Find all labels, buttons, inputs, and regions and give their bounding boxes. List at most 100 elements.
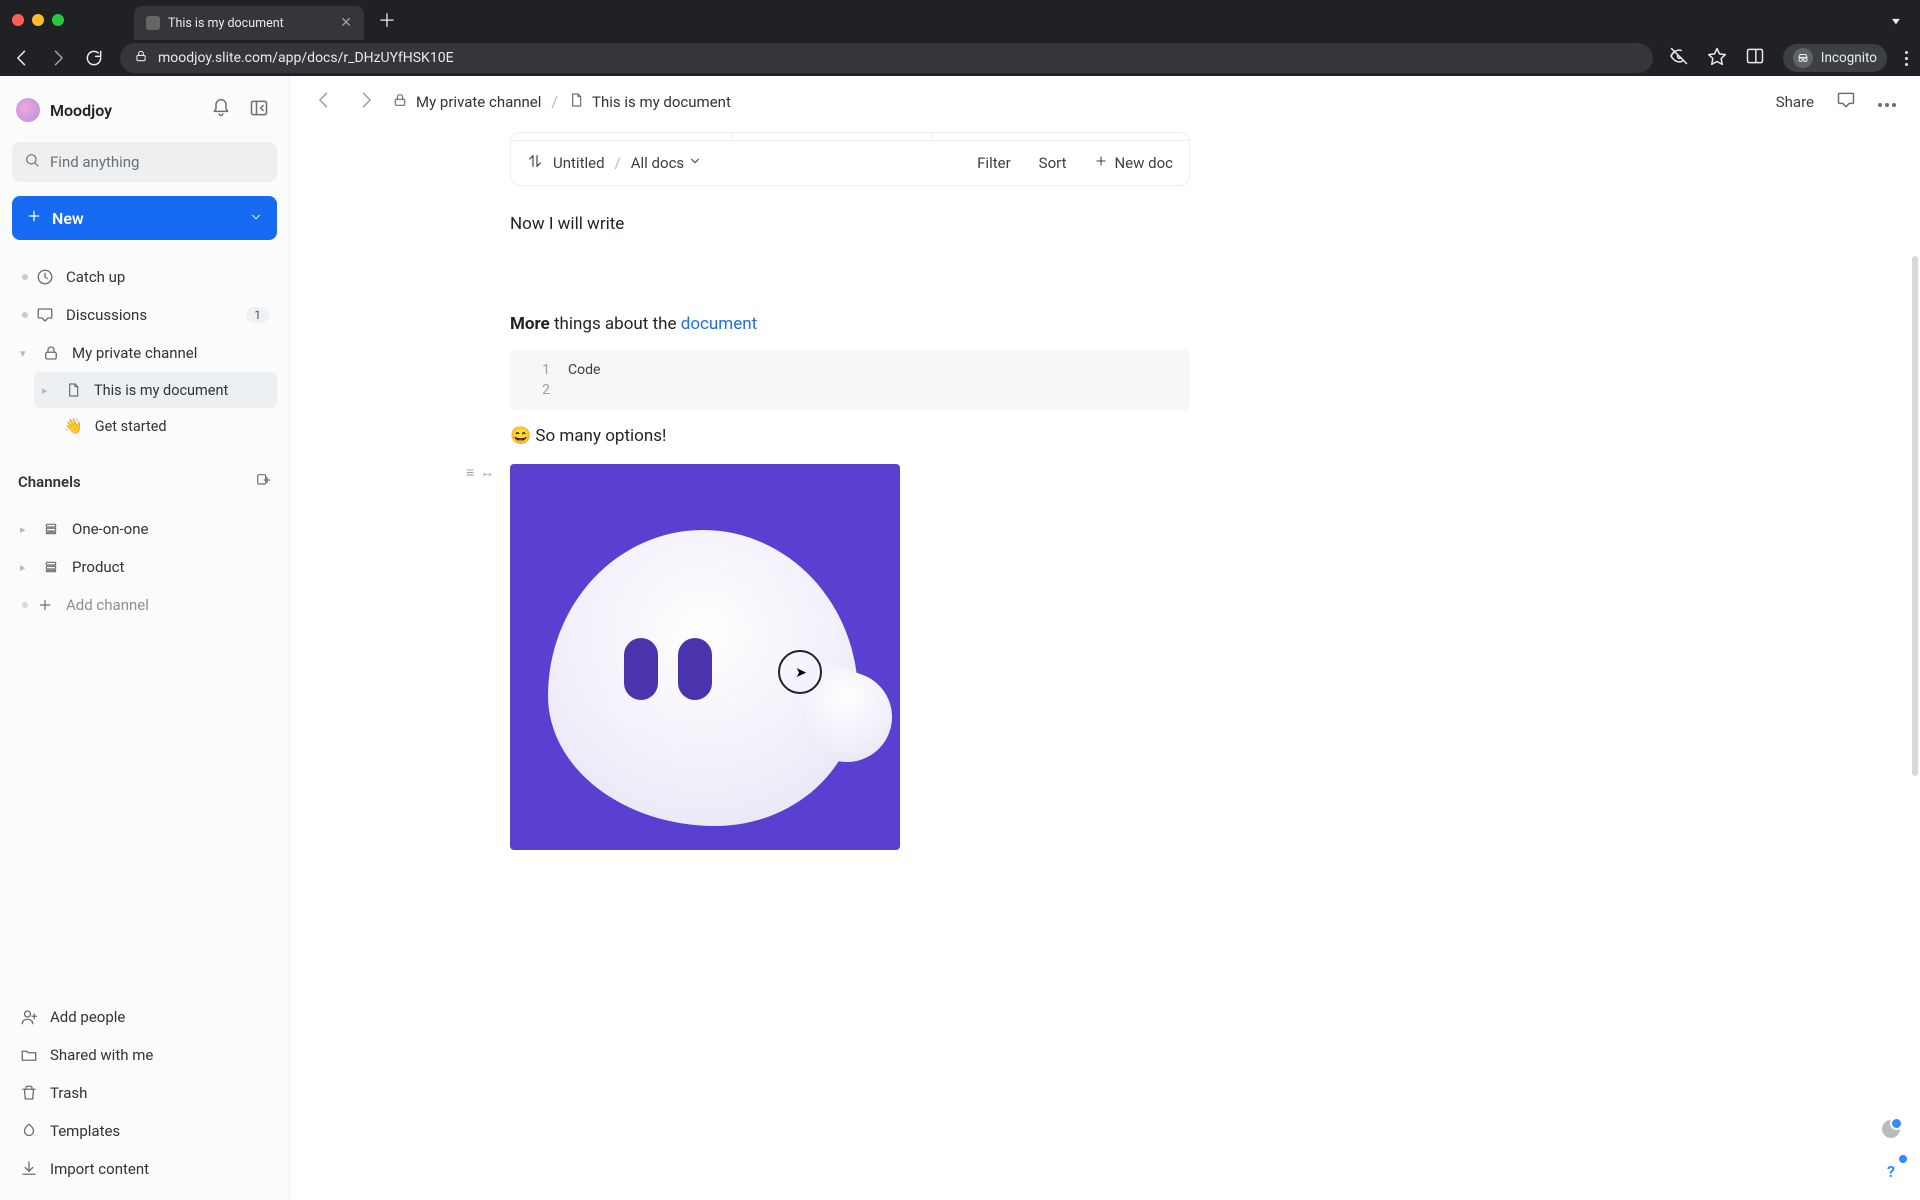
paragraph[interactable]: More things about the document [510,314,1190,334]
footer-templates[interactable]: Templates [12,1112,277,1150]
url-field[interactable]: moodjoy.slite.com/app/docs/r_DHzUYfHSK10… [120,43,1653,73]
channel-label: One-on-one [72,520,148,538]
image[interactable]: ➤ [510,464,900,850]
collapse-sidebar-icon[interactable] [245,94,273,126]
doc-list-alldocs: All docs [631,154,684,172]
filter-button[interactable]: Filter [977,154,1011,172]
help-button[interactable]: ? [1880,1160,1902,1182]
lock-icon [42,344,60,362]
new-tab-button[interactable]: ＋ [378,7,396,33]
image-block[interactable]: ≡ ↔ ➤ [510,464,1190,850]
plus-icon [36,597,54,613]
share-button[interactable]: Share [1776,93,1814,111]
sort-button[interactable]: Sort [1039,154,1067,172]
chat-icon [36,306,54,324]
sidebar-item-label: My private channel [72,344,197,362]
sidebar: Moodjoy Find anything New Catch up Discu [0,76,290,1200]
add-channel[interactable]: Add channel [12,586,277,624]
scrollbar[interactable] [1912,256,1918,776]
presence-avatar-icon[interactable] [1882,1120,1900,1138]
channel-label: Product [72,558,124,576]
browser-tab[interactable]: This is my document ✕ [134,6,364,40]
new-button-label: New [52,209,84,228]
workspace-switcher[interactable]: Moodjoy [12,88,277,132]
search-input[interactable]: Find anything [12,142,277,182]
app: Moodjoy Find anything New Catch up Discu [0,76,1920,1200]
document[interactable]: Untitled / All docs Filter Sort New doc … [510,128,1190,850]
link-text[interactable]: document [681,314,757,334]
sort-icon [527,153,543,173]
new-doc-label: New doc [1114,154,1173,172]
chevron-right-icon[interactable]: ▸ [42,384,52,397]
chevron-right-icon[interactable]: ▸ [20,523,30,536]
workspace-name: Moodjoy [50,101,197,120]
block-handles[interactable]: ≡ ↔ [466,464,494,481]
close-window-icon[interactable] [12,14,24,26]
doc-list-filter-dropdown[interactable]: All docs [631,154,702,172]
address-bar: moodjoy.slite.com/app/docs/r_DHzUYfHSK10… [0,40,1920,76]
sidebar-item-catch-up[interactable]: Catch up [12,258,277,296]
footer-shared[interactable]: Shared with me [12,1036,277,1074]
sidebar-item-discussions[interactable]: Discussions 1 [12,296,277,334]
plus-icon [26,208,42,228]
document-icon [64,382,82,398]
star-icon[interactable] [1707,46,1727,70]
eye-off-icon[interactable] [1669,46,1689,70]
sidebar-item-label: Catch up [66,268,125,286]
topbar: My private channel / This is my document… [290,76,1920,128]
chevron-down-icon[interactable] [249,209,263,228]
browser-menu-icon[interactable] [1905,51,1908,66]
chevron-down-icon[interactable]: ▾ [20,347,30,360]
footer-label: Templates [50,1122,120,1140]
forward-button[interactable] [48,48,68,68]
trash-icon [20,1084,38,1102]
footer-label: Trash [50,1084,87,1102]
drag-handle-icon[interactable]: ≡ [466,464,474,481]
channel-one-on-one[interactable]: ▸ One-on-one [12,510,277,548]
history-forward-button[interactable] [350,86,382,118]
bell-icon[interactable] [207,94,235,126]
clock-icon [36,268,54,286]
history-back-button[interactable] [308,86,340,118]
comment-icon[interactable] [1830,84,1862,120]
sidebar-doc-get-started[interactable]: 👋 Get started [34,408,277,444]
channel-product[interactable]: ▸ Product [12,548,277,586]
breadcrumb[interactable]: My private channel [392,92,541,112]
sidebar-doc-current[interactable]: ▸ This is my document [34,372,277,408]
panel-icon[interactable] [1745,46,1765,70]
incognito-icon [1793,48,1813,68]
new-button[interactable]: New [12,196,277,240]
chevron-right-icon[interactable]: ▸ [20,561,30,574]
resize-handle-icon[interactable]: ↔ [480,464,494,481]
breadcrumb[interactable]: This is my document [568,92,731,112]
incognito-label: Incognito [1821,50,1877,66]
footer-trash[interactable]: Trash [12,1074,277,1112]
paragraph[interactable]: Now I will write [510,214,1190,234]
incognito-badge[interactable]: Incognito [1783,44,1887,72]
paragraph[interactable]: 😄 So many options! [510,426,1190,446]
text: things about the [550,314,681,334]
code-block[interactable]: 1Code 2 [510,350,1190,410]
window-controls[interactable] [12,14,64,26]
sidebar-item-label: This is my document [94,382,228,399]
minimize-window-icon[interactable] [32,14,44,26]
code-text: Code [568,362,600,378]
doc-list-tabs [511,133,1189,141]
floating-actions: ? [1880,1120,1902,1182]
tabs-overflow-icon[interactable]: ▾ [1892,13,1900,26]
stack-icon [42,521,60,537]
new-doc-button[interactable]: New doc [1094,154,1173,172]
emoji-icon: 😄 [510,426,531,446]
more-menu-icon[interactable] [1872,86,1902,117]
sidebar-item-private-channel[interactable]: ▾ My private channel [12,334,277,372]
templates-icon [20,1122,38,1140]
back-button[interactable] [12,48,32,68]
maximize-window-icon[interactable] [52,14,64,26]
close-tab-icon[interactable]: ✕ [340,15,352,31]
doc-list-untitled[interactable]: Untitled [553,154,605,172]
footer-add-people[interactable]: Add people [12,998,277,1036]
footer-import[interactable]: Import content [12,1150,277,1188]
reload-button[interactable] [84,48,104,68]
add-channel-icon[interactable] [255,472,271,492]
browser-actions: Incognito [1669,44,1908,72]
